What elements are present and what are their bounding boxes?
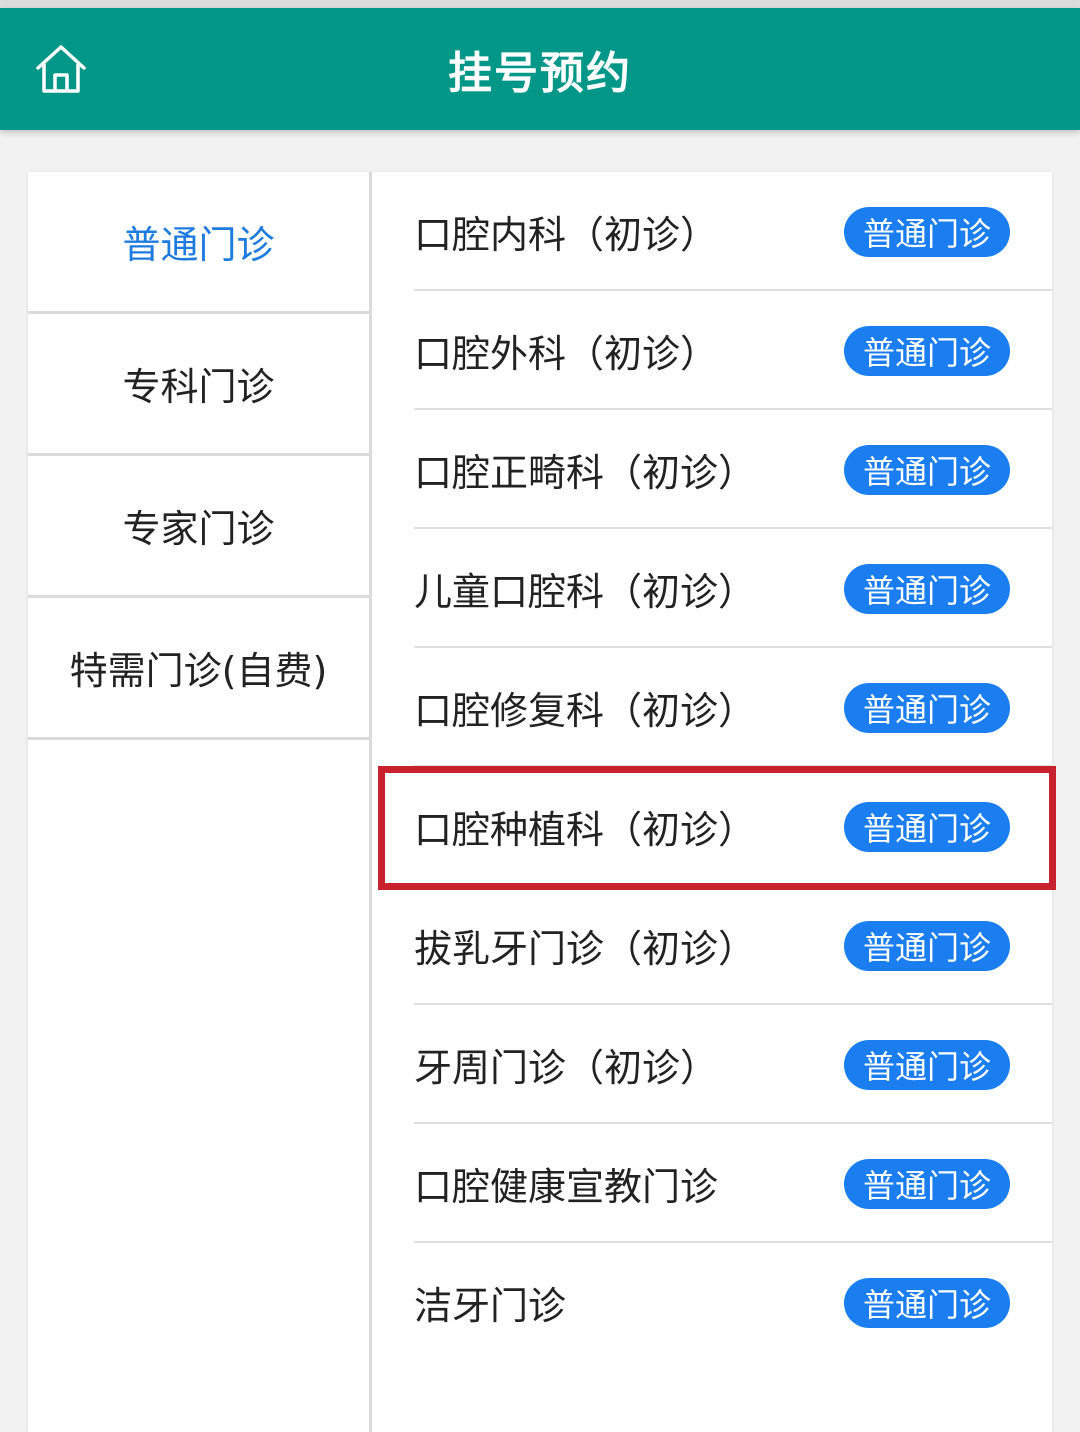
department-name: 口腔正畸科（初诊） <box>414 451 757 495</box>
status-bar <box>0 0 1080 8</box>
department-name: 口腔健康宣教门诊 <box>414 1165 719 1209</box>
department-row[interactable]: 口腔正畸科（初诊） 普通门诊 <box>414 410 1052 529</box>
menu-item-general-clinic[interactable]: 普通门诊 <box>28 172 369 314</box>
menu-item-label: 普通门诊 <box>122 223 275 267</box>
page-title: 挂号预约 <box>448 48 632 99</box>
department-row-implant[interactable]: 口腔种植科（初诊） 普通门诊 <box>414 767 1052 886</box>
menu-item-label: 特需门诊(自费) <box>69 649 328 693</box>
clinic-type-badge: 普通门诊 <box>844 444 1010 495</box>
clinic-type-badge: 普通门诊 <box>844 682 1010 733</box>
department-name: 口腔修复科（初诊） <box>414 689 757 733</box>
department-row[interactable]: 拔乳牙门诊（初诊） 普通门诊 <box>414 886 1052 1005</box>
department-row[interactable]: 口腔修复科（初诊） 普通门诊 <box>414 648 1052 767</box>
menu-item-specialty-clinic[interactable]: 专科门诊 <box>28 314 369 456</box>
clinic-type-badge: 普通门诊 <box>844 1039 1010 1090</box>
department-name: 口腔内科（初诊） <box>414 213 719 257</box>
clinic-type-badge: 普通门诊 <box>844 1277 1010 1328</box>
app-header: 挂号预约 <box>0 8 1080 130</box>
menu-item-label: 专家门诊 <box>122 507 275 551</box>
clinic-type-menu: 普通门诊 专科门诊 专家门诊 特需门诊(自费) <box>28 172 372 1432</box>
department-list: 口腔内科（初诊） 普通门诊 口腔外科（初诊） 普通门诊 口腔正畸科（初诊） 普通… <box>372 172 1052 1432</box>
department-name: 拔乳牙门诊（初诊） <box>414 927 757 971</box>
department-row[interactable]: 口腔内科（初诊） 普通门诊 <box>414 172 1052 291</box>
department-row[interactable]: 儿童口腔科（初诊） 普通门诊 <box>414 529 1052 648</box>
department-name: 牙周门诊（初诊） <box>414 1046 719 1090</box>
menu-item-label: 专科门诊 <box>122 365 275 409</box>
clinic-type-badge: 普通门诊 <box>844 325 1010 376</box>
department-name: 儿童口腔科（初诊） <box>414 570 757 614</box>
clinic-type-badge: 普通门诊 <box>844 920 1010 971</box>
department-name: 洁牙门诊 <box>414 1284 567 1328</box>
home-button[interactable] <box>28 36 94 102</box>
department-row[interactable]: 口腔外科（初诊） 普通门诊 <box>414 291 1052 410</box>
department-row[interactable]: 口腔健康宣教门诊 普通门诊 <box>414 1124 1052 1243</box>
department-row[interactable]: 牙周门诊（初诊） 普通门诊 <box>414 1005 1052 1124</box>
clinic-type-badge: 普通门诊 <box>844 206 1010 257</box>
clinic-type-badge: 普通门诊 <box>844 1158 1010 1209</box>
content-card: 普通门诊 专科门诊 专家门诊 特需门诊(自费) 口腔内科（初诊） 普通门诊 口腔… <box>28 172 1052 1432</box>
department-name: 口腔外科（初诊） <box>414 332 719 376</box>
department-name: 口腔种植科（初诊） <box>414 808 757 852</box>
menu-item-expert-clinic[interactable]: 专家门诊 <box>28 456 369 598</box>
department-row[interactable]: 洁牙门诊 普通门诊 <box>414 1243 1052 1362</box>
clinic-type-badge: 普通门诊 <box>844 801 1010 852</box>
clinic-type-badge: 普通门诊 <box>844 563 1010 614</box>
menu-item-special-needs-clinic[interactable]: 特需门诊(自费) <box>28 598 369 740</box>
home-icon <box>36 45 86 93</box>
